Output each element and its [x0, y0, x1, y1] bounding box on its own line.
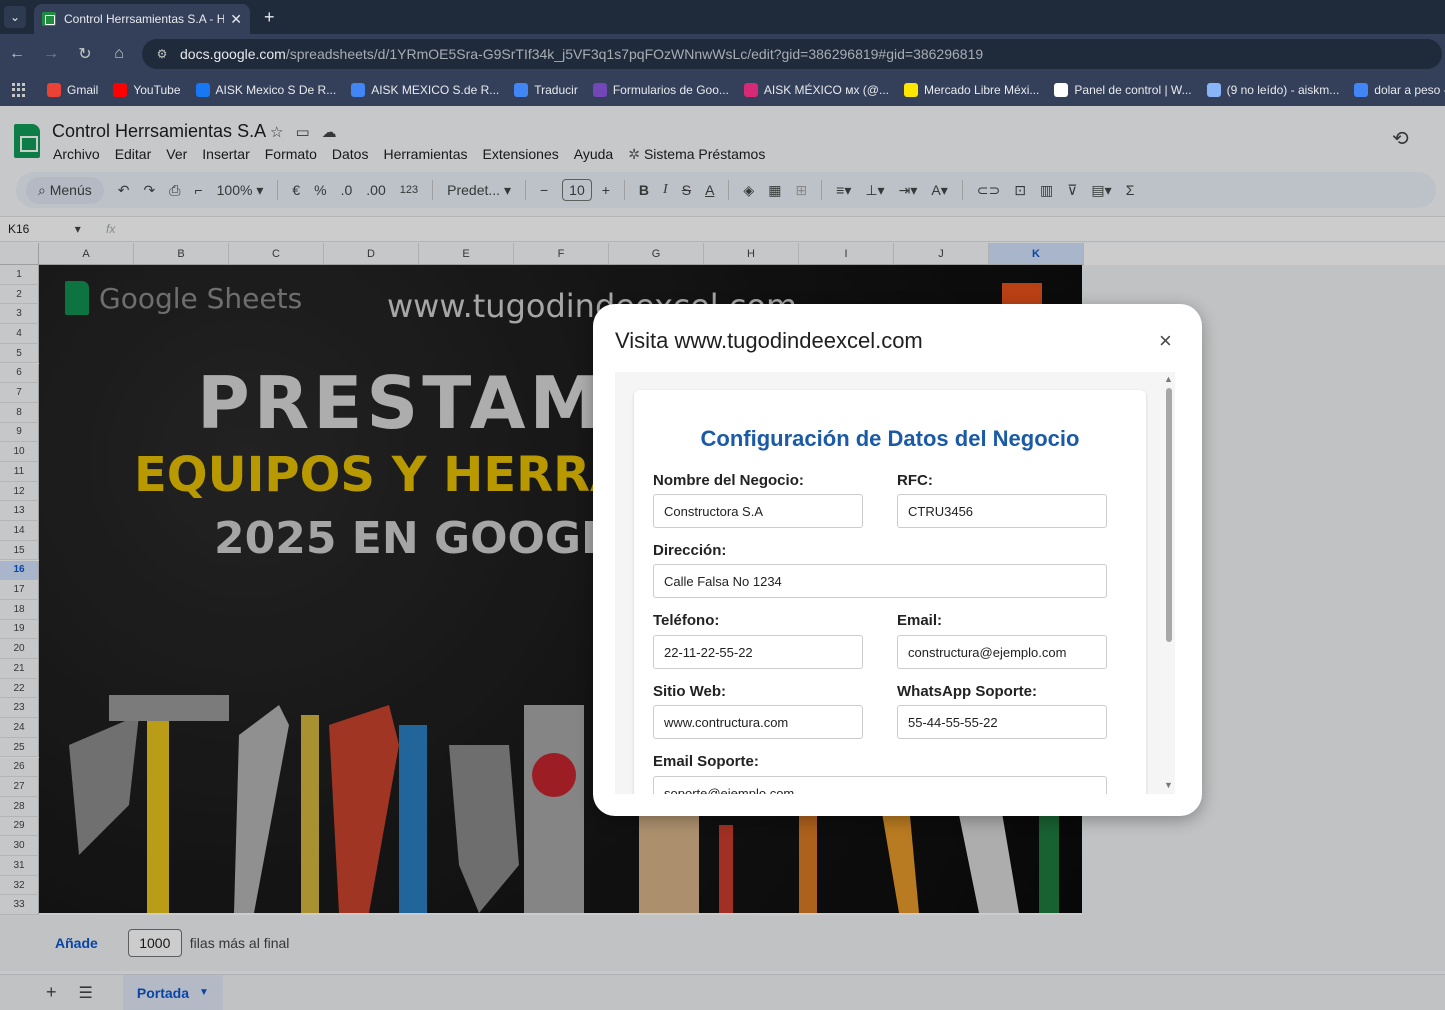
- bookmark-item[interactable]: Traducir: [514, 83, 578, 97]
- rfc-label: RFC:: [897, 472, 933, 489]
- sheets-favicon-icon: [42, 12, 56, 26]
- bookmark-item[interactable]: Panel de control | W...: [1054, 83, 1192, 97]
- bookmark-label: Panel de control | W...: [1074, 83, 1192, 97]
- form-heading: Configuración de Datos del Negocio: [700, 426, 1080, 451]
- address-label: Dirección:: [653, 542, 727, 559]
- new-tab-icon[interactable]: +: [264, 7, 275, 28]
- bookmark-favicon-icon: [592, 83, 607, 97]
- bookmark-list: Gmail YouTube AISK Mexico S De R... AISK ME…: [47, 83, 1445, 97]
- whatsapp-input[interactable]: 55-44-55-55-22: [897, 705, 1107, 739]
- scroll-down-icon[interactable]: ▼: [1164, 780, 1173, 790]
- phone-input[interactable]: 22-11-22-55-22: [653, 635, 863, 669]
- bookmark-label: AISK MEXICO S.de R...: [371, 83, 500, 97]
- apps-grid-icon[interactable]: [12, 83, 25, 97]
- bookmark-favicon-icon: [195, 83, 210, 97]
- email-label: Email:: [897, 612, 943, 629]
- scroll-up-icon[interactable]: ▲: [1164, 374, 1173, 384]
- phone-label: Teléfono:: [653, 612, 720, 629]
- bookmark-label: Formularios de Goo...: [612, 83, 729, 97]
- website-label: Sitio Web:: [653, 683, 727, 700]
- bookmark-label: (9 no leído) - aiskm...: [1226, 83, 1340, 97]
- bookmark-item[interactable]: dolar a peso - Busca...: [1354, 83, 1445, 97]
- bookmark-label: AISK Mexico S De R...: [215, 83, 337, 97]
- close-icon[interactable]: ×: [1159, 328, 1172, 354]
- bookmark-item[interactable]: Gmail: [47, 83, 98, 97]
- home-icon[interactable]: ⌂: [102, 45, 136, 63]
- dialog-content: Configuración de Datos del Negocio Nombr…: [615, 372, 1175, 794]
- bookmark-item[interactable]: AISK MEXICO S.de R...: [351, 83, 499, 97]
- address-bar-row: ← → ↻ ⌂ ⚙ docs.google.com/spreadsheets/d…: [0, 34, 1445, 74]
- bookmark-favicon-icon: [113, 83, 128, 97]
- business-config-dialog: Visita www.tugodindeexcel.com × Configur…: [593, 304, 1202, 816]
- bookmark-favicon-icon: [47, 83, 61, 97]
- whatsapp-label: WhatsApp Soporte:: [897, 683, 1037, 700]
- business-name-input[interactable]: Constructora S.A: [653, 494, 863, 528]
- support-email-label: Email Soporte:: [653, 753, 759, 770]
- config-form-card: Configuración de Datos del Negocio Nombr…: [634, 390, 1146, 794]
- bookmark-item[interactable]: AISK MÉXICO мх (@...: [743, 83, 889, 97]
- website-input[interactable]: www.contructura.com: [653, 705, 863, 739]
- reload-icon[interactable]: ↻: [68, 44, 102, 64]
- bookmark-label: Mercado Libre Méxi...: [924, 83, 1040, 97]
- site-settings-icon[interactable]: ⚙: [154, 46, 170, 62]
- address-input[interactable]: Calle Falsa No 1234: [653, 564, 1107, 598]
- browser-tab-active[interactable]: Control Herrsamientas S.A - Ho ✕: [34, 4, 250, 34]
- bookmark-label: Traducir: [534, 83, 578, 97]
- bookmark-item[interactable]: (9 no leído) - aiskm...: [1206, 83, 1340, 97]
- tab-search-chevron-icon[interactable]: ⌄: [4, 6, 26, 28]
- rfc-input[interactable]: CTRU3456: [897, 494, 1107, 528]
- tab-title: Control Herrsamientas S.A - Ho: [64, 12, 225, 26]
- bookmark-item[interactable]: YouTube: [113, 83, 181, 97]
- email-input[interactable]: constructura@ejemplo.com: [897, 635, 1107, 669]
- bookmark-item[interactable]: Mercado Libre Méxi...: [904, 83, 1039, 97]
- url-field[interactable]: ⚙ docs.google.com/spreadsheets/d/1YRmOE5…: [142, 39, 1442, 69]
- forward-icon[interactable]: →: [34, 45, 68, 63]
- browser-tab-bar: ⌄ Control Herrsamientas S.A - Ho ✕ +: [0, 0, 1445, 34]
- scroll-thumb[interactable]: [1166, 388, 1172, 642]
- bookmark-label: AISK MÉXICO мх (@...: [763, 83, 889, 97]
- bookmark-favicon-icon: [514, 83, 529, 97]
- bookmark-favicon-icon: [743, 83, 758, 97]
- back-icon[interactable]: ←: [0, 45, 34, 63]
- tab-close-icon[interactable]: ✕: [230, 11, 242, 28]
- bookmark-favicon-icon: [351, 83, 366, 97]
- bookmark-favicon-icon: [1354, 83, 1369, 97]
- bookmark-label: Gmail: [67, 83, 99, 97]
- bookmark-item[interactable]: Formularios de Goo...: [592, 83, 729, 97]
- bookmark-favicon-icon: [1206, 83, 1221, 97]
- bookmark-item[interactable]: AISK Mexico S De R...: [195, 83, 337, 97]
- bookmark-label: YouTube: [133, 83, 181, 97]
- bookmark-label: dolar a peso - Busca...: [1374, 83, 1445, 97]
- url-host: docs.google.com: [180, 46, 286, 62]
- support-email-input[interactable]: soporte@ejemplo.com: [653, 776, 1107, 794]
- bookmark-favicon-icon: [904, 83, 918, 97]
- business-name-label: Nombre del Negocio:: [653, 472, 804, 489]
- bookmark-favicon-icon: [1054, 83, 1069, 97]
- dialog-scrollbar[interactable]: ▲ ▼: [1163, 372, 1175, 794]
- dialog-title: Visita www.tugodindeexcel.com: [615, 328, 923, 353]
- url-path: /spreadsheets/d/1YRmOE5Sra-G9SrTIf34k_j5…: [285, 46, 984, 62]
- bookmarks-bar: Gmail YouTube AISK Mexico S De R... AISK ME…: [0, 74, 1445, 106]
